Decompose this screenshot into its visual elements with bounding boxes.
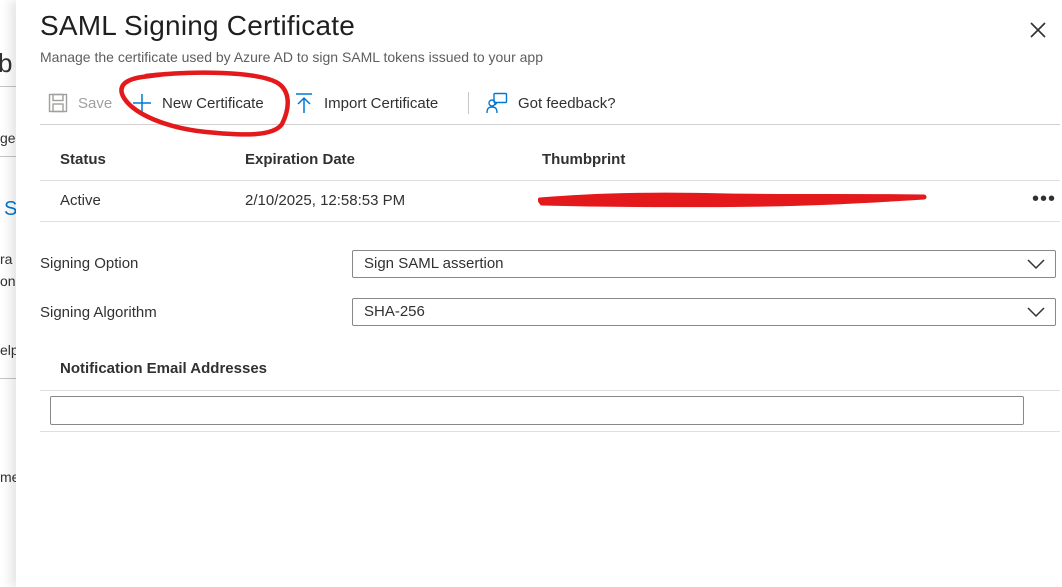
new-certificate-label: New Certificate — [162, 94, 264, 112]
background-text: me — [0, 469, 16, 485]
command-bar: Save New Certificate Import Certificate — [40, 86, 1060, 122]
background-text: ge — [0, 130, 16, 146]
column-header-thumbprint: Thumbprint — [542, 151, 626, 168]
upload-icon — [296, 93, 312, 113]
toolbar-divider — [468, 92, 469, 114]
background-divider — [0, 156, 16, 157]
certificate-expiration: 2/10/2025, 12:58:53 PM — [245, 192, 406, 209]
import-certificate-button[interactable]: Import Certificate — [294, 86, 438, 120]
signing-option-value: Sign SAML assertion — [364, 255, 504, 272]
column-header-status: Status — [60, 151, 106, 168]
save-button[interactable]: Save — [48, 86, 112, 120]
notification-email-row — [40, 391, 1060, 432]
chevron-down-icon — [1027, 307, 1045, 318]
thumbprint-redaction — [538, 192, 927, 208]
notification-email-input[interactable] — [50, 396, 1024, 425]
background-text: on — [0, 273, 16, 289]
notification-email-header: Notification Email Addresses — [40, 350, 1060, 391]
saml-certificate-panel: SAML Signing Certificate Manage the cert… — [16, 0, 1062, 587]
background-divider — [0, 378, 16, 379]
signing-algorithm-dropdown[interactable]: SHA-256 — [352, 298, 1056, 326]
signing-option-label: Signing Option — [40, 255, 139, 272]
table-header: Status Expiration Date Thumbprint — [40, 140, 1060, 181]
background-text: elp — [0, 342, 16, 358]
toolbar-divider-line — [40, 124, 1060, 125]
page-title: SAML Signing Certificate — [40, 10, 356, 41]
feedback-icon — [486, 92, 508, 114]
background-text: S — [4, 198, 16, 220]
signing-algorithm-label: Signing Algorithm — [40, 304, 157, 321]
feedback-label: Got feedback? — [518, 94, 616, 112]
background-blade: b ge S ra on elp me — [0, 0, 16, 587]
certificate-table: Status Expiration Date Thumbprint Active… — [40, 140, 1060, 222]
column-header-expiration: Expiration Date — [245, 151, 356, 168]
background-divider — [0, 86, 16, 87]
notification-email-label: Notification Email Addresses — [60, 360, 267, 377]
import-certificate-label: Import Certificate — [324, 94, 439, 112]
page-subtitle: Manage the certificate used by Azure AD … — [40, 49, 543, 65]
background-text: ra — [0, 251, 13, 267]
chevron-down-icon — [1027, 259, 1045, 270]
table-row: Active 2/10/2025, 12:58:53 PM ••• — [40, 181, 1060, 222]
feedback-button[interactable]: Got feedback? — [486, 86, 616, 120]
plus-icon — [133, 94, 151, 112]
certificate-status: Active — [60, 192, 101, 209]
background-text: b — [0, 48, 13, 78]
save-label: Save — [78, 94, 113, 112]
signing-option-dropdown[interactable]: Sign SAML assertion — [352, 250, 1056, 278]
close-icon[interactable] — [1028, 20, 1048, 40]
save-icon — [48, 93, 68, 113]
new-certificate-button[interactable]: New Certificate — [132, 86, 264, 120]
more-icon[interactable]: ••• — [1032, 181, 1056, 221]
signing-algorithm-value: SHA-256 — [364, 303, 425, 320]
